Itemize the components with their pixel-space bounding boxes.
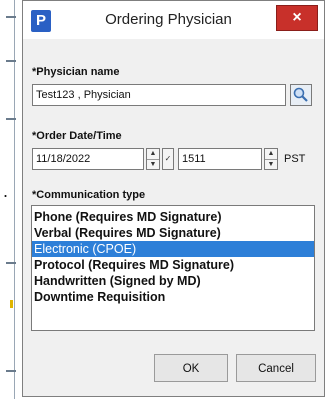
background-tick bbox=[6, 16, 16, 18]
magnifier-icon bbox=[293, 87, 308, 102]
time-spinner[interactable]: ▲ ▼ bbox=[264, 148, 278, 170]
list-item[interactable]: Phone (Requires MD Signature) bbox=[32, 209, 314, 225]
list-item[interactable]: Downtime Requisition bbox=[32, 289, 314, 305]
background-marker bbox=[10, 300, 13, 308]
ordering-physician-dialog: P Ordering Physician × *Physician name T… bbox=[22, 0, 325, 397]
timezone-label: PST bbox=[284, 153, 306, 165]
spin-up-icon[interactable]: ▲ bbox=[147, 149, 159, 160]
dialog-title: Ordering Physician bbox=[105, 11, 232, 28]
background-tick bbox=[6, 262, 16, 264]
background-tick bbox=[6, 370, 16, 372]
physician-name-field[interactable]: Test123 , Physician bbox=[32, 84, 286, 106]
list-item[interactable]: Protocol (Requires MD Signature) bbox=[32, 257, 314, 273]
spin-down-icon[interactable]: ▼ bbox=[147, 160, 159, 170]
background-tick bbox=[6, 60, 16, 62]
background-window-edge: . bbox=[0, 0, 22, 399]
order-date-field[interactable]: 11/18/2022 bbox=[32, 148, 144, 170]
communication-type-label: *Communication type bbox=[32, 189, 146, 201]
ok-button[interactable]: OK bbox=[154, 354, 228, 382]
date-dropdown-button[interactable]: ✓ bbox=[162, 148, 174, 170]
close-button[interactable]: × bbox=[276, 5, 318, 31]
background-dot: . bbox=[3, 181, 9, 201]
communication-type-list[interactable]: Phone (Requires MD Signature) Verbal (Re… bbox=[31, 205, 315, 331]
background-tick bbox=[6, 118, 16, 120]
order-time-field[interactable]: 1511 bbox=[178, 148, 262, 170]
list-item[interactable]: Verbal (Requires MD Signature) bbox=[32, 225, 314, 241]
order-datetime-label: *Order Date/Time bbox=[32, 130, 122, 142]
cancel-button[interactable]: Cancel bbox=[236, 354, 316, 382]
title-bar: P Ordering Physician × bbox=[23, 1, 324, 39]
list-item-selected[interactable]: Electronic (CPOE) bbox=[32, 241, 314, 257]
list-item[interactable]: Handwritten (Signed by MD) bbox=[32, 273, 314, 289]
physician-search-button[interactable] bbox=[290, 84, 312, 106]
spin-up-icon[interactable]: ▲ bbox=[265, 149, 277, 160]
physician-name-label: *Physician name bbox=[32, 66, 120, 78]
date-spinner[interactable]: ▲ ▼ bbox=[146, 148, 160, 170]
spin-down-icon[interactable]: ▼ bbox=[265, 160, 277, 170]
chevron-down-icon: ✓ bbox=[164, 154, 172, 163]
